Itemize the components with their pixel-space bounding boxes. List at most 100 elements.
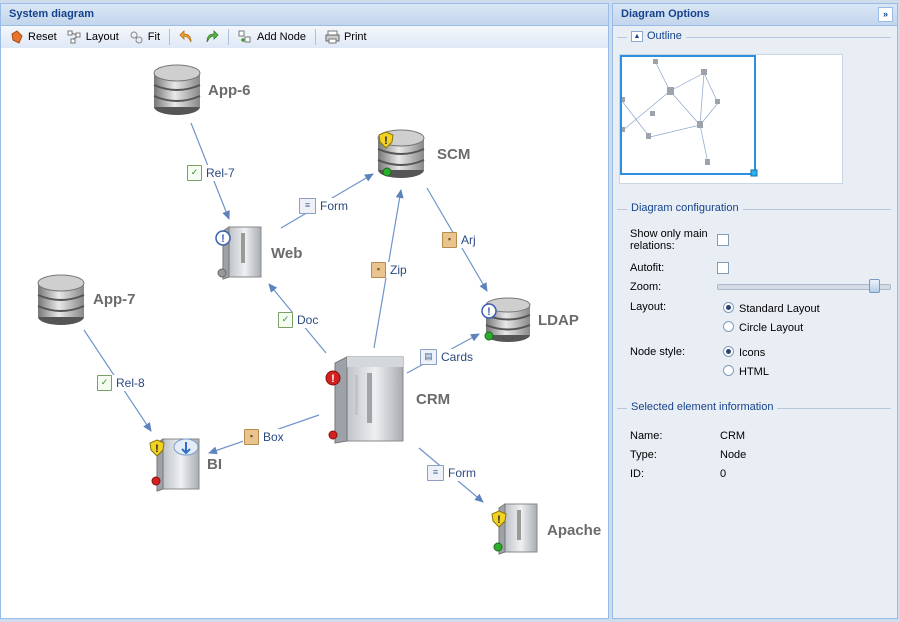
- svg-text:!: !: [497, 514, 501, 526]
- layout-label: Layout: [85, 31, 119, 43]
- svg-text:!: !: [331, 373, 335, 385]
- type-value: Node: [720, 449, 747, 461]
- edge-label-rel7[interactable]: ✓ Rel-7: [186, 165, 236, 181]
- document-check-icon: ✓: [187, 165, 202, 181]
- show-main-relations-checkbox[interactable]: [717, 234, 729, 246]
- edge-label-form-crm-apache[interactable]: ≡ Form: [426, 465, 477, 481]
- radio-unselected-icon: [723, 321, 734, 332]
- edge-label-cards[interactable]: ▤ Cards: [419, 349, 475, 365]
- configuration-title: Diagram configuration: [631, 202, 739, 214]
- id-value: 0: [720, 468, 727, 480]
- zoom-slider[interactable]: [717, 284, 891, 290]
- collapse-panel-icon[interactable]: »: [878, 7, 893, 22]
- edge-label-text: Doc: [297, 313, 319, 327]
- print-button[interactable]: Print: [320, 27, 372, 47]
- edge-label-arj[interactable]: ▪ Arj: [441, 232, 477, 248]
- status-error-icon: [151, 476, 161, 486]
- reset-label: Reset: [28, 31, 57, 43]
- id-row: ID: 0: [630, 468, 880, 480]
- undo-icon: [179, 30, 192, 43]
- selected-info-title: Selected element information: [631, 401, 774, 413]
- print-label: Print: [343, 31, 367, 43]
- fit-button[interactable]: Fit: [124, 27, 165, 47]
- add-node-icon: [238, 30, 251, 43]
- edge-label-text: Rel-7: [206, 166, 235, 180]
- edge-label-text: Zip: [390, 263, 407, 277]
- edge-label-text: Box: [263, 430, 284, 444]
- node-style-option-html[interactable]: HTML: [723, 365, 769, 378]
- package-icon: ▪: [442, 232, 457, 248]
- zoom-slider-thumb[interactable]: [869, 279, 880, 293]
- edge-label-box[interactable]: ▪ Box: [243, 429, 285, 445]
- layout-option-circle[interactable]: Circle Layout: [723, 321, 803, 334]
- type-label: Type:: [630, 449, 657, 461]
- zoom-label: Zoom:: [630, 281, 662, 293]
- redo-icon: [206, 30, 219, 43]
- id-label: ID:: [630, 468, 645, 480]
- autofit-checkbox[interactable]: [717, 262, 729, 274]
- info-icon: !: [215, 230, 231, 246]
- configuration-section: Diagram configuration Show only main rel…: [617, 202, 891, 390]
- panel-title-text: Diagram Options: [621, 8, 710, 20]
- node-label-bi: BI: [207, 456, 222, 473]
- database-icon[interactable]: [153, 63, 201, 117]
- layout-button[interactable]: Layout: [62, 27, 124, 47]
- warning-shield-icon: !: [491, 510, 507, 528]
- reset-button[interactable]: Reset: [5, 27, 62, 47]
- node-label-app6: App-6: [208, 82, 251, 99]
- reset-icon: [11, 30, 23, 44]
- radio-selected-icon: [723, 302, 734, 313]
- svg-text:!: !: [221, 233, 225, 245]
- redo-button[interactable]: [199, 27, 224, 47]
- autofit-label: Autofit:: [630, 262, 665, 274]
- warning-shield-icon: !: [378, 131, 394, 149]
- layout-option-circle-label: Circle Layout: [739, 322, 804, 334]
- status-ok-icon: [484, 331, 494, 341]
- undo-button[interactable]: [174, 27, 199, 47]
- package-icon: ▪: [244, 429, 259, 445]
- node-label-crm: CRM: [416, 391, 451, 408]
- edge-label-form-scm-web[interactable]: ≡ Form: [298, 198, 349, 214]
- outline-title: Outline: [647, 30, 682, 42]
- edge-label-doc[interactable]: ✓ Doc: [277, 312, 320, 328]
- system-diagram-panel: System diagram Reset Layout Fit Add Node: [0, 3, 609, 619]
- node-style-option-icons[interactable]: Icons: [723, 346, 765, 359]
- edge-label-text: Form: [448, 466, 476, 480]
- database-icon[interactable]: [37, 273, 85, 327]
- server-icon[interactable]: [331, 353, 407, 445]
- selected-info-section: Selected element information Name: CRM T…: [617, 401, 891, 491]
- name-row: Name: CRM: [630, 430, 880, 442]
- name-label: Name:: [630, 430, 663, 442]
- layout-option-standard[interactable]: Standard Layout: [723, 302, 820, 315]
- cards-icon: ▤: [420, 349, 437, 365]
- diagram-options-panel: Diagram Options » ▲ Outline Diagram conf…: [612, 3, 898, 619]
- outline-legend: ▲ Outline: [627, 30, 686, 42]
- node-label-scm: SCM: [437, 146, 471, 163]
- print-icon: [325, 30, 340, 44]
- edge-label-zip[interactable]: ▪ Zip: [370, 262, 408, 278]
- edge-label-text: Cards: [441, 350, 474, 364]
- diagram-canvas[interactable]: App-6 ! SCM ! Web App-7 ! LDAP ! CRM ! B…: [1, 48, 608, 618]
- panel-title: System diagram: [1, 4, 608, 26]
- node-label-ldap: LDAP: [538, 312, 579, 329]
- status-ok-icon: [493, 542, 503, 552]
- edge-label-text: Rel-8: [116, 376, 145, 390]
- fit-label: Fit: [147, 31, 161, 43]
- add-node-label: Add Node: [257, 31, 306, 43]
- configuration-legend: Diagram configuration: [627, 202, 743, 214]
- add-node-button[interactable]: Add Node: [233, 27, 311, 47]
- node-style-label: Node style:: [630, 346, 686, 358]
- document-check-icon: ✓: [97, 375, 112, 391]
- error-icon: !: [325, 370, 341, 386]
- collapse-outline-icon[interactable]: ▲: [631, 30, 643, 42]
- toolbar-separator: [314, 29, 316, 45]
- outline-view[interactable]: [619, 54, 843, 184]
- layout-option-standard-label: Standard Layout: [739, 303, 820, 315]
- edge-label-rel8[interactable]: ✓ Rel-8: [96, 375, 146, 391]
- svg-text:!: !: [487, 306, 491, 318]
- fit-icon: [130, 31, 143, 44]
- edge-label-text: Form: [320, 199, 348, 213]
- form-icon: ≡: [427, 465, 444, 481]
- package-icon: ▪: [371, 262, 386, 278]
- outline-minimap: [620, 55, 758, 177]
